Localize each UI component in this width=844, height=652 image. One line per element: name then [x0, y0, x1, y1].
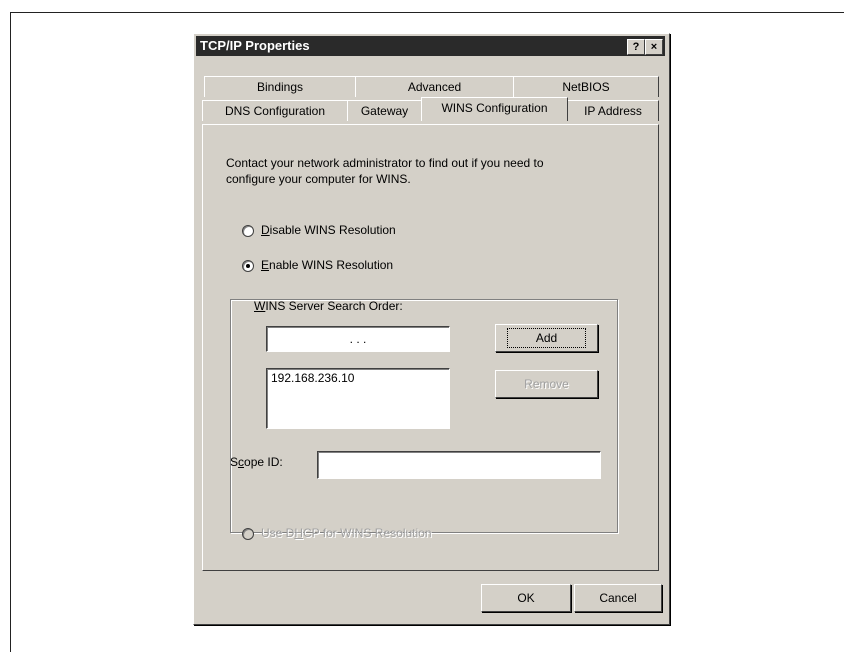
tab-advanced[interactable]: Advanced	[355, 76, 514, 97]
tab-gateway[interactable]: Gateway	[347, 100, 422, 121]
wins-ip-address-input[interactable]: . . .	[266, 326, 450, 352]
cancel-button[interactable]: Cancel	[574, 584, 662, 612]
use-dhcp-accel: H	[294, 526, 304, 540]
wins-search-order-text: INS Server Search Order:	[265, 299, 403, 313]
title-bar[interactable]: TCP/IP Properties ? ×	[196, 36, 665, 56]
ok-button[interactable]: OK	[481, 584, 571, 612]
scope-id-input[interactable]	[317, 451, 601, 479]
disable-wins-radio[interactable]	[242, 225, 254, 237]
page-frame-top	[10, 12, 844, 13]
tab-ip-address[interactable]: IP Address	[567, 100, 659, 121]
use-dhcp-wins-label[interactable]: Use DHCP for WINS Resolution	[261, 526, 432, 540]
wins-server-list-item[interactable]: 192.168.236.10	[267, 369, 449, 387]
use-dhcp-wins-radio[interactable]	[242, 528, 254, 540]
enable-wins-label-text: nable WINS Resolution	[269, 258, 394, 272]
tab-bindings[interactable]: Bindings	[204, 76, 356, 97]
close-button[interactable]: ×	[645, 39, 663, 55]
use-dhcp-label-text: CP for WINS Resolution	[303, 526, 432, 540]
help-button[interactable]: ?	[627, 39, 645, 55]
enable-wins-accel: E	[261, 258, 270, 272]
scope-id-text: ope ID:	[244, 455, 283, 469]
scope-id-prefix: S	[230, 455, 239, 469]
page-frame-left	[10, 12, 11, 652]
wins-search-order-accel: W	[254, 299, 266, 313]
add-button[interactable]: Add	[495, 324, 598, 352]
tab-wins-configuration[interactable]: WINS Configuration	[421, 97, 568, 121]
disable-wins-accel: D	[261, 223, 270, 237]
disable-wins-label[interactable]: Disable WINS Resolution	[261, 223, 396, 237]
instruction-text-line1: Contact your network administrator to fi…	[226, 156, 544, 170]
add-button-label: Add	[506, 328, 587, 348]
enable-wins-label[interactable]: Enable WINS Resolution	[258, 258, 397, 272]
disable-wins-label-text: isable WINS Resolution	[269, 223, 396, 237]
instruction-text-line2: configure your computer for WINS.	[226, 172, 411, 186]
dialog-title: TCP/IP Properties	[200, 38, 310, 53]
wins-server-list[interactable]: 192.168.236.10	[266, 368, 450, 429]
wins-search-order-label: WINS Server Search Order:	[254, 299, 403, 313]
enable-wins-radio[interactable]	[242, 260, 254, 272]
remove-button[interactable]: Remove	[495, 370, 598, 398]
scope-id-label: Scope ID:	[230, 455, 283, 469]
use-dhcp-prefix: Use D	[261, 526, 295, 540]
tab-dns-configuration[interactable]: DNS Configuration	[202, 100, 348, 121]
tcpip-properties-dialog: TCP/IP Properties ? × Bindings Advanced …	[193, 33, 670, 625]
tab-netbios[interactable]: NetBIOS	[513, 76, 659, 97]
